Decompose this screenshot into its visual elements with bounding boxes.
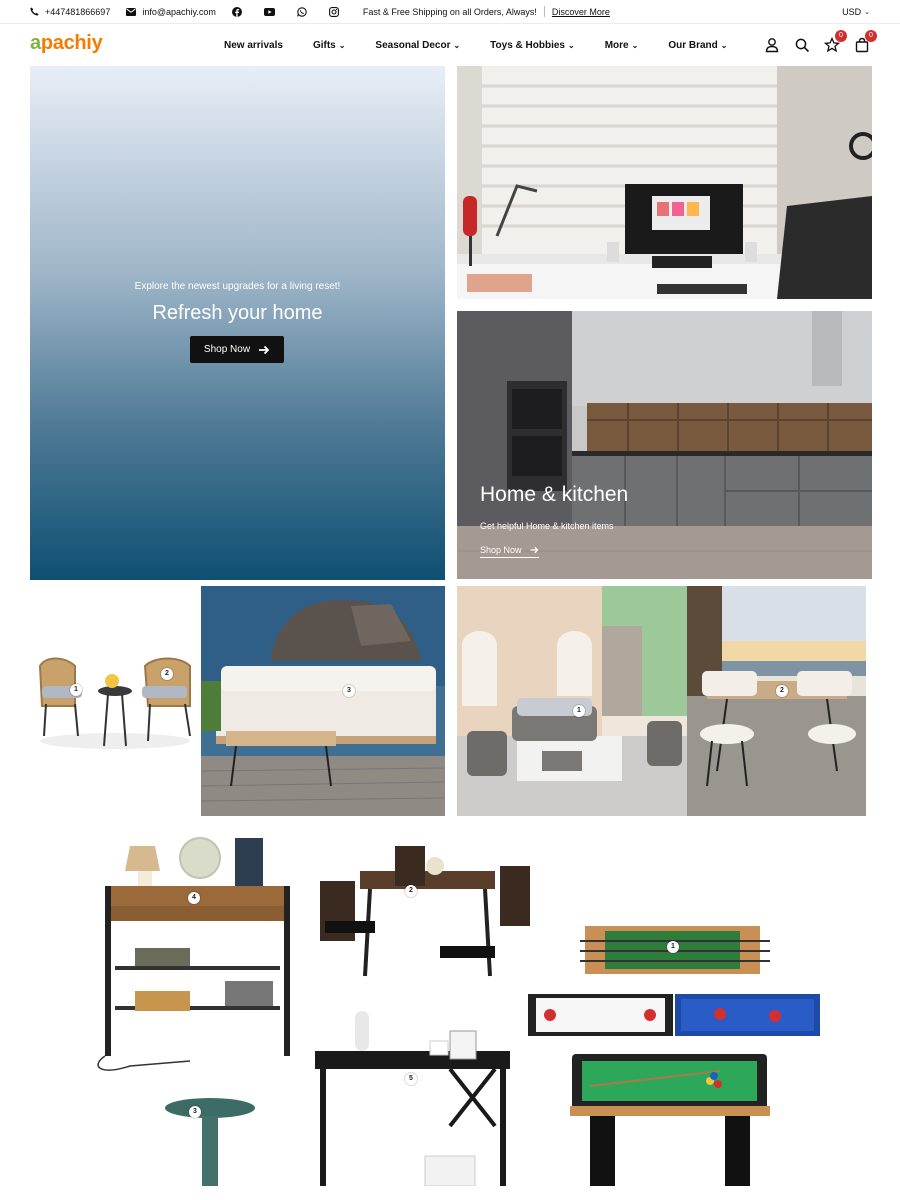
facebook-icon	[231, 6, 242, 17]
hotspot-marker[interactable]: 2	[776, 685, 788, 697]
kitchen-title: Home & kitchen	[480, 483, 629, 506]
nav-label: Our Brand	[668, 39, 718, 51]
hotspot-marker[interactable]: 1	[70, 684, 82, 696]
account-button[interactable]	[764, 37, 780, 53]
wishlist-button[interactable]: 0	[823, 30, 847, 53]
nav-our-brand[interactable]: Our Brand ⌄	[668, 40, 727, 51]
topbar-divider	[543, 6, 545, 17]
envelope-icon	[126, 7, 137, 16]
youtube-icon	[263, 7, 275, 16]
hotspot-marker[interactable]: 4	[188, 892, 200, 904]
search-icon	[795, 38, 810, 53]
phone-icon	[30, 7, 39, 16]
whatsapp-link[interactable]	[296, 6, 313, 17]
instagram-icon	[328, 6, 339, 17]
logo-text: pachiy	[40, 32, 103, 54]
hotspot-marker[interactable]: 2	[161, 668, 173, 680]
kitchen-subtitle: Get helpful Home & kitchen items	[480, 521, 614, 531]
chevron-down-icon: ⌄	[864, 9, 870, 16]
kitchen-illustration	[457, 311, 872, 579]
shipping-notice: Fast & Free Shipping on all Orders, Alwa…	[362, 6, 537, 17]
nav-new-arrivals[interactable]: New arrivals	[224, 40, 283, 51]
site-header: apachiy New arrivals Gifts ⌄ Seasonal Dec…	[0, 24, 900, 66]
cart-count-badge: 0	[865, 30, 877, 42]
chevron-down-icon: ⌄	[720, 40, 728, 50]
header-icons: 0 0	[750, 24, 877, 66]
button-label: Shop Now	[203, 344, 251, 355]
youtube-link[interactable]	[263, 7, 281, 16]
hotspot-marker[interactable]: 3	[189, 1106, 201, 1118]
hotspot-marker[interactable]: 5	[405, 1073, 417, 1085]
currency-selector[interactable]: USD ⌄	[842, 0, 870, 24]
facebook-link[interactable]	[231, 6, 248, 17]
ocean-dining-set-tile[interactable]: 2	[687, 586, 866, 816]
nav-gifts[interactable]: Gifts ⌄	[313, 40, 345, 51]
site-logo[interactable]: apachiy	[30, 32, 103, 55]
instagram-link[interactable]	[328, 6, 345, 17]
desk-illustration	[457, 66, 872, 299]
nav-more[interactable]: More ⌄	[605, 40, 639, 51]
phone-number: +447481866697	[45, 6, 111, 17]
main-nav: New arrivals Gifts ⌄ Seasonal Decor ⌄ Toys…	[224, 24, 757, 66]
hero-title: Refresh your home	[152, 302, 323, 324]
bistro-chairs-illustration	[38, 657, 191, 749]
nav-label: New arrivals	[224, 39, 283, 51]
nav-label: Toys & Hobbies	[490, 39, 565, 51]
whatsapp-icon	[296, 6, 307, 17]
dining-set-illustration	[687, 586, 866, 816]
nav-label: Gifts	[312, 39, 336, 51]
arrow-right-icon	[259, 345, 270, 354]
ocean-sofa-illustration	[201, 586, 445, 816]
chevron-down-icon: ⌄	[453, 40, 461, 50]
home-kitchen-banner[interactable]: Home & kitchen Get helpful Home & kitche…	[457, 311, 872, 579]
patio-chairs-tile[interactable]: 1 2	[30, 586, 201, 816]
discover-more-link[interactable]: Discover More	[552, 7, 610, 17]
cart-button[interactable]: 0	[854, 30, 877, 53]
top-bar: +447481866697 info@apachiy.com Fast & Fr…	[0, 0, 900, 24]
email-contact[interactable]: info@apachiy.com	[126, 7, 216, 17]
email-address: info@apachiy.com	[142, 6, 216, 17]
desk-setup-image[interactable]	[457, 66, 872, 299]
kitchen-shop-now-link[interactable]: Shop Now	[480, 545, 539, 558]
wishlist-count-badge: 0	[835, 30, 847, 42]
arrow-right-icon	[530, 546, 538, 554]
search-button[interactable]	[794, 37, 810, 53]
hero-subtitle: Explore the newest upgrades for a living…	[134, 281, 341, 292]
chevron-down-icon: ⌄	[338, 40, 346, 50]
furniture-collage-illustration	[97, 837, 820, 1186]
logo-mark: a	[30, 32, 41, 54]
chevron-down-icon: ⌄	[568, 40, 575, 50]
nav-seasonal-decor[interactable]: Seasonal Decor ⌄	[375, 40, 460, 51]
hotspot-marker[interactable]: 2	[405, 885, 417, 897]
user-icon	[765, 38, 779, 53]
furniture-collage[interactable]: 4 2 1 3 5	[30, 826, 872, 1186]
wicker-patio-set-tile[interactable]: 1	[457, 586, 687, 816]
currency-value: USD	[842, 7, 862, 17]
hotspot-marker[interactable]: 3	[343, 685, 355, 697]
hero-shop-now-button[interactable]: Shop Now	[190, 336, 284, 363]
link-label: Shop Now	[480, 545, 522, 555]
patio-sofa-tile[interactable]: 3	[201, 586, 445, 816]
nav-label: Seasonal Decor	[375, 39, 451, 51]
hotspot-marker[interactable]: 1	[667, 941, 679, 953]
wicker-set-illustration	[457, 586, 687, 816]
phone-contact[interactable]: +447481866697	[30, 7, 110, 17]
chevron-down-icon: ⌄	[631, 40, 639, 50]
nav-label: More	[604, 39, 629, 51]
nav-toys-hobbies[interactable]: Toys & Hobbies ⌄	[490, 40, 575, 51]
hero-banner[interactable]: Explore the newest upgrades for a living…	[30, 66, 445, 580]
hotspot-marker[interactable]: 1	[573, 705, 585, 717]
